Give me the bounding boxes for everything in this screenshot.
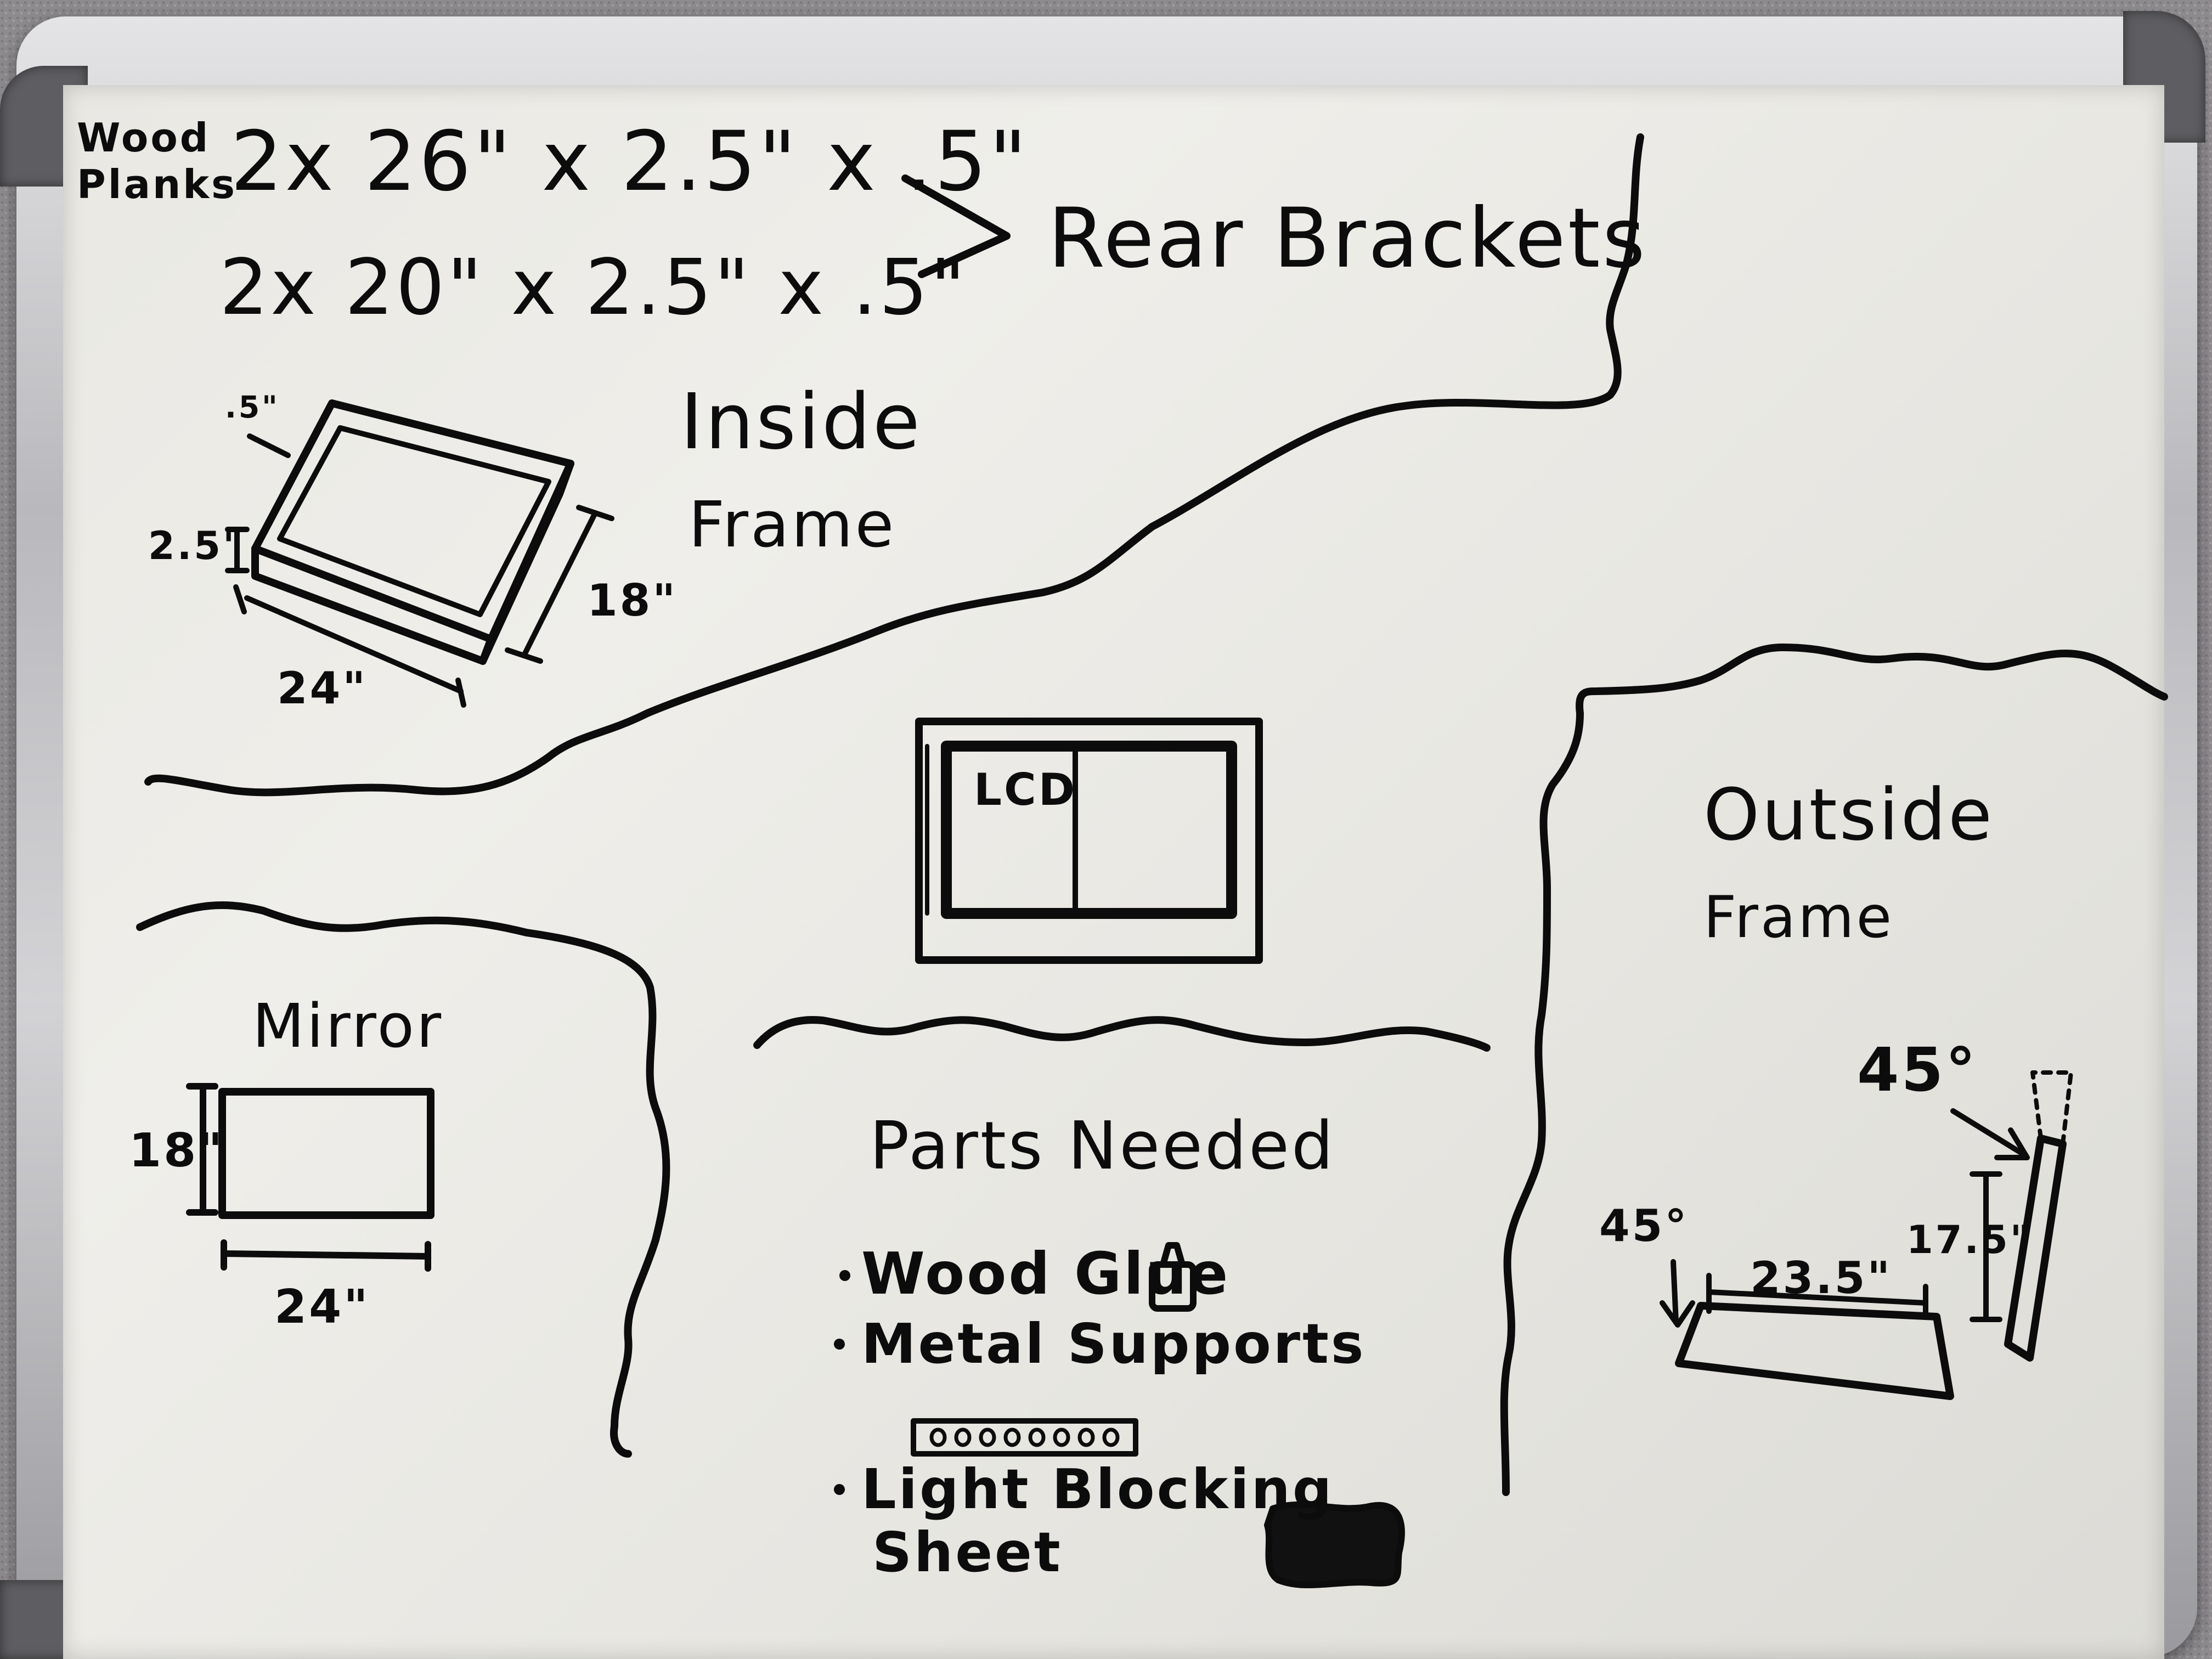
wood-planks-label-line1: Wood bbox=[77, 115, 211, 161]
lcd-label: LCD bbox=[974, 764, 1077, 815]
metal-support-strip-icon bbox=[911, 1418, 1138, 1457]
outside-frame-title-line2: Frame bbox=[1703, 884, 1894, 951]
bullet-metal-supports bbox=[834, 1339, 845, 1350]
plank-row-1: 2x 26" x 2.5" x .5" bbox=[230, 114, 1029, 210]
outside-frame-long-length: 23.5" bbox=[1750, 1252, 1893, 1304]
inside-frame-title-line2: Frame bbox=[689, 488, 896, 562]
outside-frame-title-line1: Outside bbox=[1703, 773, 1995, 856]
outside-frame-angle-top: 45° bbox=[1857, 1035, 1978, 1105]
bullet-wood-glue bbox=[839, 1270, 850, 1281]
inside-frame-width-tick-b bbox=[455, 678, 466, 708]
parts-item-metal-supports: Metal Supports bbox=[861, 1312, 1366, 1376]
inside-frame-thickness-dimension bbox=[247, 433, 291, 458]
mirror-width-dimension bbox=[221, 1250, 431, 1260]
outside-frame-dotted-extension bbox=[2030, 1070, 2073, 1146]
outside-frame-short-length: 17.5" bbox=[1906, 1217, 2033, 1262]
mirror-height-label: 18" bbox=[129, 1124, 225, 1178]
outside-frame-long-piece bbox=[1675, 1302, 1954, 1400]
parts-item-sheet: Sheet bbox=[872, 1520, 1063, 1584]
inside-frame-top-inner bbox=[277, 425, 551, 617]
inside-frame-side-right bbox=[479, 460, 574, 665]
inside-frame-height-label: 2.5" bbox=[148, 523, 245, 568]
mirror-rectangle bbox=[218, 1088, 435, 1219]
inside-frame-width-tick-a bbox=[233, 584, 247, 614]
parts-needed-title: Parts Needed bbox=[870, 1108, 1336, 1184]
mirror-title: Mirror bbox=[252, 991, 444, 1061]
mirror-width-label: 24" bbox=[274, 1280, 370, 1334]
bullet-light-blocking bbox=[834, 1484, 845, 1495]
plank-row-2: 2x 20" x 2.5" x .5" bbox=[219, 243, 968, 332]
inside-frame-width-label: 24" bbox=[277, 663, 368, 714]
divider-curve-parts bbox=[753, 1016, 1491, 1052]
outside-frame-angle-left: 45° bbox=[1599, 1200, 1689, 1251]
rear-brackets-title: Rear Brackets bbox=[1048, 191, 1647, 286]
parts-item-wood-glue: Wood Glue bbox=[861, 1240, 1231, 1307]
inside-frame-top-outer bbox=[251, 399, 574, 643]
inside-frame-title-line1: Inside bbox=[680, 377, 922, 467]
inside-frame-depth-label: 18" bbox=[587, 575, 678, 626]
parts-item-light-blocking: Light Blocking bbox=[861, 1457, 1334, 1521]
inside-frame-thickness-label: .5" bbox=[225, 390, 280, 425]
wood-planks-label-line2: Planks bbox=[77, 161, 238, 207]
lcd-outer-frame bbox=[915, 718, 1263, 964]
outside-frame-arrow-left bbox=[1671, 1259, 1679, 1325]
